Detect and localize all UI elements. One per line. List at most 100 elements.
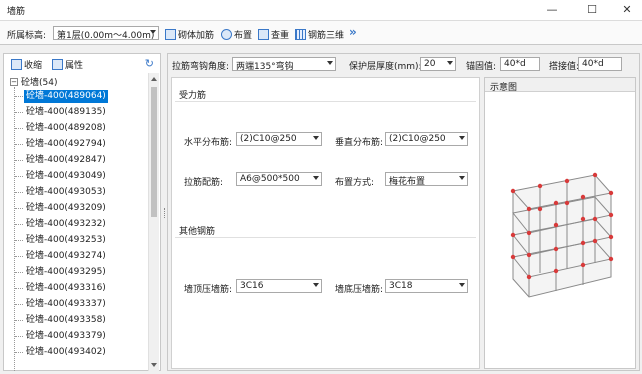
tree-item-label: 砼墙-400(493209): [26, 203, 106, 213]
properties-button[interactable]: 属性: [52, 58, 83, 71]
lap-value: 40*d: [582, 59, 604, 69]
query-icon: [258, 28, 269, 40]
maximize-button[interactable]: ☐: [577, 0, 607, 20]
settings-top-row: 拉筋弯钩角度: 两端135°弯钩 保护层厚度(mm): 20 锚固值: 40*d…: [168, 54, 639, 74]
more-chevron-icon[interactable]: »: [349, 25, 357, 39]
chevron-down-icon: [459, 283, 465, 287]
rebar-3d-icon: [295, 28, 306, 40]
tree-root-node[interactable]: − 砼墙(54): [10, 75, 57, 88]
hook-angle-select[interactable]: 两端135°弯钩: [232, 57, 336, 72]
tree-branch-line: [15, 304, 23, 305]
tree-item[interactable]: 砼墙-400(493358): [15, 314, 108, 327]
collapse-icon: [11, 59, 22, 70]
lap-label: 搭接值:: [549, 62, 580, 72]
tree-scrollbar[interactable]: [148, 73, 159, 371]
collapse-toggle-icon[interactable]: −: [10, 77, 18, 86]
tree-item-label: 砼墙-400(493295): [26, 267, 106, 277]
toolbar: 所属标高: 第1层(0.00m～4.00m) 砌体加筋 布置 查重 钢筋三维 »: [0, 20, 642, 45]
arrange-mode-value: 梅花布置: [389, 177, 426, 187]
tree-item[interactable]: 砼墙-400(493053): [15, 186, 108, 199]
tree-item-label: 砼墙-400(493274): [26, 251, 106, 261]
tree-item-label: 砼墙-400(493402): [26, 347, 106, 357]
collapse-button[interactable]: 收缩: [11, 58, 42, 71]
wall-top-rebar-select[interactable]: 3C16: [236, 279, 322, 293]
tree-item[interactable]: 砼墙-400(493337): [15, 298, 108, 311]
close-button[interactable]: ✕: [612, 0, 642, 20]
hook-angle-label: 拉筋弯钩角度:: [172, 62, 230, 72]
tree-item[interactable]: 砼墙-400(493209): [15, 202, 108, 215]
tree-branch-line: [15, 128, 23, 129]
tree-item[interactable]: 砼墙-400(493232): [15, 218, 108, 231]
layout-icon: [221, 28, 232, 40]
tree-item[interactable]: 砼墙-400(493402): [15, 346, 108, 359]
section-divider: [175, 237, 476, 238]
component-tree-panel: 收缩 属性 ↻ − 砼墙(54) 砼墙-400(489064) 砼墙-400(48…: [3, 53, 161, 371]
tree-branch-line: [15, 144, 23, 145]
tree-branch-line: [15, 160, 23, 161]
scroll-down-icon[interactable]: [151, 363, 157, 367]
tree-branch-line: [15, 224, 23, 225]
tree-branch-line: [15, 192, 23, 193]
properties-label: 属性: [65, 61, 84, 71]
refresh-icon[interactable]: ↻: [145, 57, 154, 70]
splitter-grip: [164, 208, 166, 218]
tree-item[interactable]: 砼墙-400(493379): [15, 330, 108, 343]
section-title-main-rebar: 受力筋: [179, 91, 207, 101]
minimize-button[interactable]: —: [537, 0, 567, 20]
tree-item[interactable]: 砼墙-400(489208): [15, 122, 108, 135]
tree-branch-line: [15, 256, 23, 257]
tree-branch-line: [15, 288, 23, 289]
preview-header: 示意图: [485, 78, 635, 93]
tree-branch-line: [15, 336, 23, 337]
tree-item-label: 砼墙-400(493379): [26, 331, 106, 341]
tree-item[interactable]: 砼墙-400(493274): [15, 250, 108, 263]
query-button[interactable]: 查重: [258, 26, 289, 42]
wall-bottom-rebar-select[interactable]: 3C18: [385, 279, 468, 293]
anchor-input[interactable]: 40*d: [500, 57, 540, 71]
anchor-value: 40*d: [504, 59, 526, 69]
properties-icon: [52, 59, 63, 70]
floor-label: 所属标高:: [7, 31, 47, 41]
masonry-rebar-button[interactable]: 砌体加筋: [165, 26, 214, 42]
cover-select[interactable]: 20: [420, 57, 456, 71]
lap-input[interactable]: 40*d: [578, 57, 622, 71]
rebar-3d-button[interactable]: 钢筋三维: [295, 26, 344, 42]
wall-rebar-3d-illustration: [510, 172, 614, 298]
tree-item[interactable]: 砼墙-400(489064): [15, 90, 108, 103]
tree-item[interactable]: 砼墙-400(489135): [15, 106, 108, 119]
section-title-other-rebar: 其他钢筋: [179, 227, 216, 237]
horizontal-rebar-label: 水平分布筋:: [184, 138, 233, 148]
scroll-thumb[interactable]: [151, 87, 157, 217]
floor-select-value: 第1层(0.00m～4.00m): [57, 31, 155, 41]
scroll-up-icon[interactable]: [151, 77, 157, 81]
tree-branch-line: [15, 352, 23, 353]
horizontal-rebar-select[interactable]: (2)C10@250: [236, 132, 322, 146]
wall-bottom-rebar-value: 3C18: [389, 281, 413, 291]
tree-branch-line: [15, 240, 23, 241]
query-label: 查重: [271, 30, 290, 41]
floor-select[interactable]: 第1层(0.00m～4.00m): [53, 26, 159, 41]
tree-item-label: 砼墙-400(493337): [26, 299, 106, 309]
tree-item[interactable]: 砼墙-400(492847): [15, 154, 108, 167]
window-title: 墙筋: [7, 7, 26, 17]
vertical-rebar-select[interactable]: (2)C10@250: [385, 132, 468, 146]
cover-label: 保护层厚度(mm):: [349, 62, 422, 72]
layout-button[interactable]: 布置: [221, 26, 252, 42]
tree-item[interactable]: 砼墙-400(492794): [15, 138, 108, 151]
tree-root-label: 砼墙(54): [21, 78, 58, 88]
chevron-down-icon: [459, 176, 465, 180]
tree-item-label: 砼墙-400(493316): [26, 283, 106, 293]
wall-top-rebar-label: 墙顶压墙筋:: [184, 285, 233, 295]
wall-top-rebar-value: 3C16: [240, 281, 264, 291]
arrange-mode-select[interactable]: 梅花布置: [385, 172, 468, 187]
tie-rebar-select[interactable]: A6@500*500: [236, 172, 322, 186]
tree-item-label: 砼墙-400(492794): [26, 139, 106, 149]
wall-bottom-rebar-label: 墙底压墙筋:: [335, 285, 384, 295]
tree-item[interactable]: 砼墙-400(493049): [15, 170, 108, 183]
tree-item[interactable]: 砼墙-400(493253): [15, 234, 108, 247]
tree-item[interactable]: 砼墙-400(493295): [15, 266, 108, 279]
vertical-rebar-value: (2)C10@250: [389, 134, 446, 144]
anchor-label: 锚固值:: [466, 62, 497, 72]
tree-item[interactable]: 砼墙-400(493316): [15, 282, 108, 295]
tree-branch-line: [15, 96, 23, 97]
